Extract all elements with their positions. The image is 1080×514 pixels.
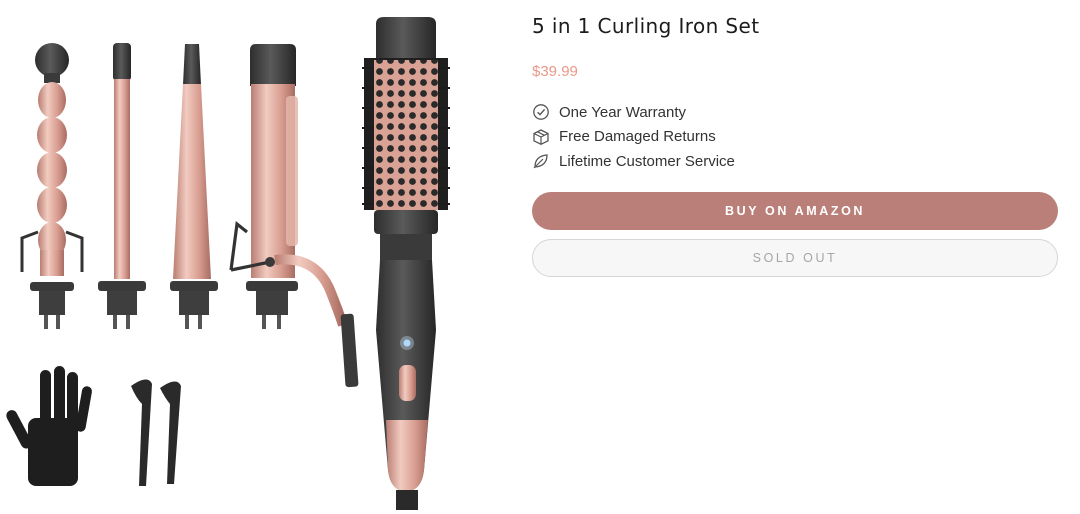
leaf-icon xyxy=(532,152,550,170)
feature-item: One Year Warranty xyxy=(532,100,735,125)
feature-item: Lifetime Customer Service xyxy=(532,149,735,174)
buy-on-amazon-button[interactable]: BUY ON AMAZON xyxy=(532,192,1058,230)
feature-item: Free Damaged Returns xyxy=(532,125,735,150)
sold-out-button[interactable]: SOLD OUT xyxy=(532,239,1058,277)
feature-label: Lifetime Customer Service xyxy=(559,152,735,170)
product-price: $39.99 xyxy=(532,63,578,80)
bubble-wand-attachment xyxy=(20,43,84,329)
check-circle-icon xyxy=(532,103,550,121)
feature-label: Free Damaged Returns xyxy=(559,128,716,146)
product-title: 5 in 1 Curling Iron Set xyxy=(532,14,760,38)
hair-clips xyxy=(131,379,181,486)
feature-label: One Year Warranty xyxy=(559,103,687,121)
clamp-barrel-attachment xyxy=(229,44,359,388)
product-image xyxy=(0,0,520,510)
product-info-panel: 5 in 1 Curling Iron Set $39.99 One Year … xyxy=(532,0,1060,510)
box-icon xyxy=(532,128,550,146)
thin-wand-attachment xyxy=(98,43,146,329)
cone-wand-attachment xyxy=(170,44,218,329)
feature-list: One Year Warranty Free Damaged Returns L… xyxy=(532,100,735,174)
heat-glove xyxy=(6,366,92,486)
round-brush-handle xyxy=(362,17,450,510)
